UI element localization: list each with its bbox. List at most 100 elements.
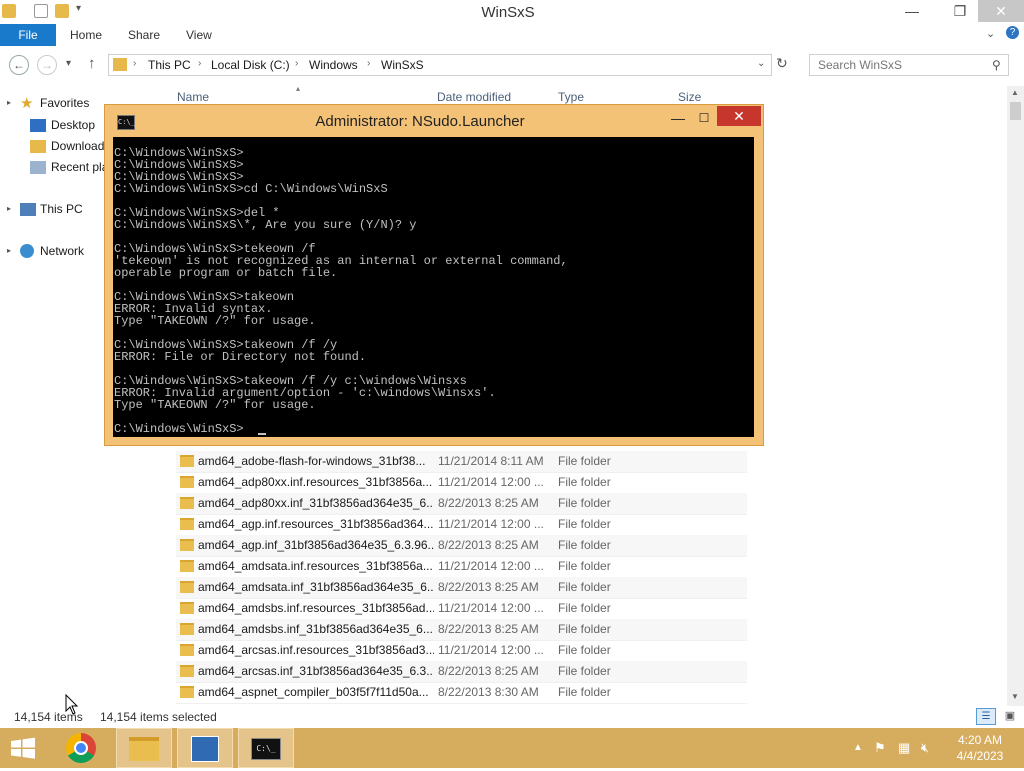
expand-arrow-icon[interactable]: ▸ [7,204,11,213]
expand-arrow-icon[interactable]: ▸ [7,98,11,107]
scroll-down-icon[interactable]: ▼ [1011,692,1019,701]
table-row[interactable]: amd64_adobe-flash-for-windows_31bf38... 1… [176,451,747,473]
file-explorer-icon [129,737,159,761]
flag-icon[interactable]: ⚑ [874,740,886,756]
nav-network[interactable]: Network [40,244,84,258]
chrome-taskbar-button[interactable] [54,728,110,768]
console-line: ERROR: File or Directory not found. [114,350,367,364]
table-row[interactable]: amd64_amdsata.inf.resources_31bf3856a...… [176,556,747,578]
star-icon: ★ [20,95,34,112]
column-name[interactable]: Name [177,90,209,104]
nav-favorites[interactable]: Favorites [40,96,89,110]
scroll-up-icon[interactable]: ▲ [1011,88,1019,97]
console-icon: C:\_ [251,738,281,760]
folder-icon [180,560,194,572]
file-date: 8/22/2013 8:25 AM [438,664,539,678]
file-name: amd64_agp.inf.resources_31bf3856ad364... [198,517,434,531]
file-date: 11/21/2014 12:00 ... [438,643,544,657]
file-date: 11/21/2014 12:00 ... [438,559,544,573]
breadcrumb-windows[interactable]: Windows [309,58,358,72]
table-row[interactable]: amd64_arcsas.inf_31bf3856ad364e35_6.3...… [176,661,747,683]
expand-ribbon-icon[interactable]: ⌄ [986,27,995,40]
minimize-icon[interactable]: — [665,108,691,128]
table-row[interactable]: amd64_adp80xx.inf_31bf3856ad364e35_6....… [176,493,747,515]
column-date-modified[interactable]: Date modified [437,90,511,104]
details-view-icon[interactable]: ☰ [976,708,996,725]
network-icon [20,244,34,258]
network-status-icon[interactable]: ▦ [898,740,910,756]
console-prompt: C:\Windows\WinSxS> [114,422,244,436]
volume-muted-icon[interactable]: 🔇︎ [921,740,929,756]
nav-thispc[interactable]: This PC [40,202,83,216]
console-taskbar-button[interactable]: C:\_ [238,728,294,768]
table-row[interactable]: amd64_arcsas.inf.resources_31bf3856ad3..… [176,640,747,662]
file-type: File folder [558,454,611,468]
large-icons-view-icon[interactable]: ▣ [1000,708,1020,725]
status-selected-count: 14,154 items selected [100,710,217,724]
file-type: File folder [558,538,611,552]
back-icon[interactable]: ← [9,55,29,75]
folder-icon [180,497,194,509]
minimize-icon[interactable]: — [892,0,932,22]
breadcrumb-thispc[interactable]: This PC [148,58,191,72]
console-line: Type "TAKEOWN /?" for usage. [114,398,316,412]
column-type[interactable]: Type [558,90,584,104]
breadcrumb-localdisk[interactable]: Local Disk (C:) [211,58,290,72]
close-icon[interactable]: ✕ [717,106,761,126]
up-icon[interactable]: ↑ [88,55,96,72]
search-input[interactable]: Search WinSxS ⚲ [809,54,1009,76]
file-type: File folder [558,685,611,699]
table-row[interactable]: amd64_amdsbs.inf_31bf3856ad364e35_6.... 8… [176,619,747,641]
nav-downloads[interactable]: Download [51,139,104,153]
tab-file[interactable]: File [0,24,56,46]
address-bar[interactable]: › This PC › Local Disk (C:) › Windows › … [108,54,772,76]
file-type: File folder [558,580,611,594]
column-size[interactable]: Size [678,90,701,104]
nav-recent[interactable]: Recent pla [51,160,108,174]
file-date: 11/21/2014 12:00 ... [438,517,544,531]
file-explorer-taskbar-button[interactable] [116,728,172,768]
folder-icon [113,58,127,71]
console-title: Administrator: NSudo.Launcher [315,113,525,130]
table-row[interactable]: amd64_adp80xx.inf.resources_31bf3856a...… [176,472,747,494]
nav-desktop[interactable]: Desktop [51,118,95,132]
table-row[interactable]: amd64_amdsata.inf_31bf3856ad364e35_6....… [176,577,747,599]
start-button[interactable] [0,728,46,768]
show-hidden-icons-icon[interactable]: ▲ [853,742,863,753]
tab-share[interactable]: Share [120,24,168,46]
file-date: 8/22/2013 8:25 AM [438,580,539,594]
chevron-right-icon: › [198,58,202,69]
system-clock[interactable]: 4:20 AM 4/4/2023 [944,732,1016,764]
folder-icon [180,602,194,614]
tab-home[interactable]: Home [62,24,110,46]
recent-locations-icon[interactable]: ▾ [66,58,71,69]
table-row[interactable]: amd64_agp.inf.resources_31bf3856ad364...… [176,514,747,536]
maximize-icon[interactable]: ☐ [691,108,717,128]
console-output[interactable]: C:\Windows\WinSxS> C:\Windows\WinSxS> C:… [113,137,754,437]
server-manager-taskbar-button[interactable] [177,728,233,768]
file-name: amd64_agp.inf_31bf3856ad364e35_6.3.96... [198,538,434,552]
file-type: File folder [558,517,611,531]
file-date: 8/22/2013 8:30 AM [438,685,539,699]
console-window[interactable]: C:\_ Administrator: NSudo.Launcher — ☐ ✕… [104,104,764,446]
scroll-thumb[interactable] [1010,102,1021,120]
chrome-icon [66,733,96,763]
vertical-scrollbar[interactable]: ▲ ▼ [1007,86,1024,706]
refresh-icon[interactable]: ↻ [776,55,788,72]
file-date: 11/21/2014 12:00 ... [438,475,544,489]
forward-icon[interactable]: → [37,55,57,75]
close-icon[interactable]: ✕ [978,0,1024,22]
table-row[interactable]: amd64_agp.inf_31bf3856ad364e35_6.3.96...… [176,535,747,557]
table-row[interactable]: amd64_aspnet_compiler_b03f5f7f11d50a... 8… [176,682,747,704]
address-dropdown-icon[interactable]: ⌄ [757,58,765,69]
expand-arrow-icon[interactable]: ▸ [7,246,11,255]
restore-icon[interactable]: ❐ [940,0,980,22]
folder-icon [180,476,194,488]
help-icon[interactable]: ? [1006,26,1019,39]
breadcrumb-winsxs[interactable]: WinSxS [381,58,424,72]
tab-view[interactable]: View [178,24,220,46]
computer-icon [20,203,36,216]
folder-icon [180,518,194,530]
search-icon[interactable]: ⚲ [992,58,1001,72]
table-row[interactable]: amd64_amdsbs.inf.resources_31bf3856ad...… [176,598,747,620]
